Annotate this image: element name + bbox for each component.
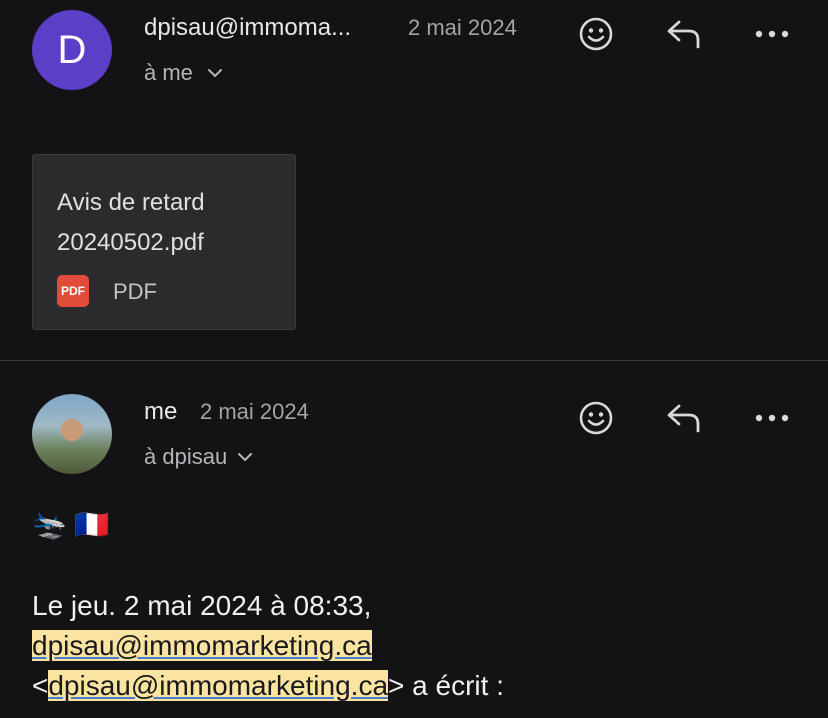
attachment-name-line2: 20240502.pdf xyxy=(57,229,204,256)
message-date: 2 mai 2024 xyxy=(200,399,309,424)
message-divider xyxy=(0,360,828,361)
chevron-down-icon xyxy=(207,69,222,77)
chevron-down-icon xyxy=(238,453,253,461)
sender-avatar-photo[interactable] xyxy=(32,394,112,474)
add-reaction-button[interactable] xyxy=(574,12,618,56)
recipient-toggle[interactable]: à dpisau xyxy=(144,444,253,470)
sender-name[interactable]: dpisau@immoma... xyxy=(144,14,351,42)
more-options-button[interactable] xyxy=(750,12,794,56)
message-date: 2 mai 2024 xyxy=(408,15,517,40)
smiley-icon xyxy=(579,401,613,435)
recipient-label: à dpisau xyxy=(144,444,228,469)
attachment-card[interactable]: Avis de retard 20240502.pdf PDF PDF xyxy=(32,154,296,330)
recipient-toggle[interactable]: à me xyxy=(144,60,223,86)
attachment-name-line1: Avis de retard xyxy=(57,189,205,216)
add-reaction-button[interactable] xyxy=(574,396,618,440)
smiley-icon xyxy=(579,17,613,51)
pdf-badge-text: PDF xyxy=(61,284,85,298)
quote-wrote: > a écrit : xyxy=(388,670,504,701)
quoted-header: Le jeu. 2 mai 2024 à 08:33, dpisau@immom… xyxy=(32,586,812,706)
email-link[interactable]: dpisau@immomarketing.ca xyxy=(48,670,389,701)
recipient-label: à me xyxy=(144,60,193,85)
more-icon xyxy=(755,30,789,38)
pdf-icon: PDF xyxy=(57,275,89,307)
attachment-type: PDF xyxy=(113,279,157,304)
reply-icon xyxy=(667,404,700,433)
reply-icon xyxy=(667,20,700,49)
reply-button[interactable] xyxy=(662,396,706,440)
sender-avatar[interactable]: D xyxy=(32,10,112,90)
emoji-line: 🛬 🇫🇷 xyxy=(32,509,110,540)
email-link[interactable]: dpisau@immomarketing.ca xyxy=(32,630,372,661)
attachment-filename: Avis de retard 20240502.pdf xyxy=(57,183,277,263)
reply-button[interactable] xyxy=(662,12,706,56)
more-icon xyxy=(755,414,789,422)
quote-intro: Le jeu. 2 mai 2024 à 08:33, xyxy=(32,590,372,621)
quote-bracket-open: < xyxy=(32,670,49,701)
more-options-button[interactable] xyxy=(750,396,794,440)
avatar-letter: D xyxy=(57,27,87,72)
sender-name[interactable]: me xyxy=(144,398,177,426)
